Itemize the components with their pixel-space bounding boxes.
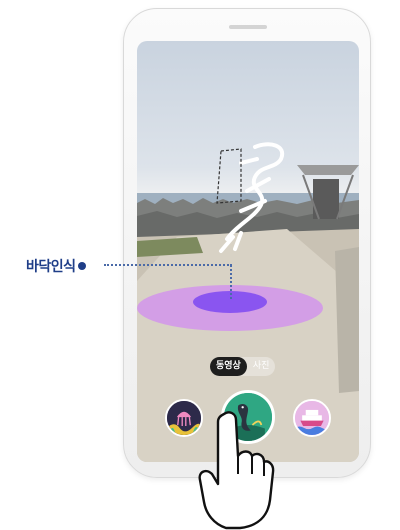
callout-leader-line xyxy=(104,264,232,266)
callout-leader-vertical xyxy=(230,265,232,299)
tap-hand-icon xyxy=(198,411,275,530)
ship-button[interactable] xyxy=(293,399,331,437)
callout-label: 바닥인식 xyxy=(26,259,76,275)
mode-toggle[interactable]: 동영상 사진 xyxy=(210,357,276,376)
floor-recognition-callout: 바닥인식 xyxy=(26,256,86,276)
photo-mode-option[interactable]: 사진 xyxy=(247,357,276,376)
video-mode-option[interactable]: 동영상 xyxy=(210,357,247,376)
phone-speaker xyxy=(229,25,267,29)
callout-dot xyxy=(77,262,86,270)
phone-screen: 동영상 사진 xyxy=(137,41,359,462)
ship-icon xyxy=(295,401,329,435)
